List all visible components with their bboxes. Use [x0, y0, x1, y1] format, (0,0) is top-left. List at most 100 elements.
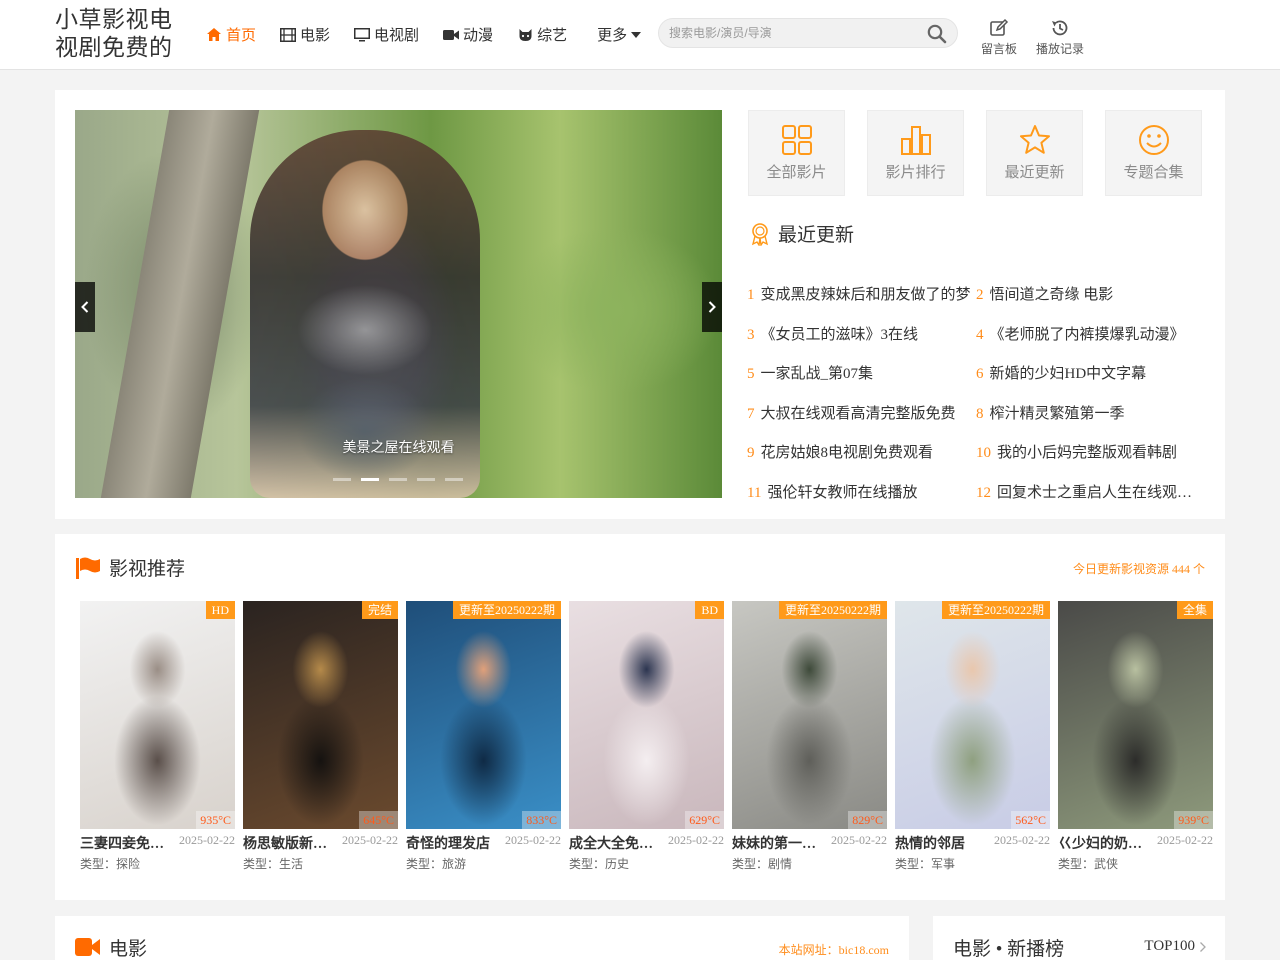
- latest-title-text: 回复术士之重启人生在线观看免费: [997, 484, 1205, 501]
- movie-type: 类型：生活: [243, 857, 304, 871]
- latest-item[interactable]: 12 回复术士之重启人生在线观看免费: [976, 481, 1205, 502]
- movie-card[interactable]: 更新至20250222期 562°C 热情的邻居 2025-02-22 类型：军事: [895, 601, 1050, 872]
- tile-recent[interactable]: 最近更新: [986, 110, 1083, 196]
- site-logo[interactable]: 小草影视电视剧免费的: [55, 6, 185, 62]
- latest-item[interactable]: 9 花房姑娘8电视剧免费观看: [747, 441, 976, 462]
- latest-item[interactable]: 8 榨汁精灵繁殖第一季: [976, 402, 1205, 423]
- top-panel: 美景之屋在线观看 全部影片 影片排行 最近更新 专题合集 最近更新 1 变成黑皮…: [55, 90, 1225, 519]
- history-label: 播放记录: [1036, 42, 1085, 56]
- slider-prev-button[interactable]: [75, 282, 95, 332]
- top100-link[interactable]: TOP100: [1144, 938, 1207, 955]
- nav-item-movie[interactable]: 电影: [280, 24, 330, 45]
- slider-dot[interactable]: [417, 478, 435, 481]
- movie-card[interactable]: 完结 645°C 杨思敏版新梅金瓶2025-02-22 类型：生活: [243, 601, 398, 872]
- movie-title[interactable]: 三妻四妾免费观看: [80, 833, 176, 851]
- movie-card[interactable]: 更新至20250222期 829°C 妹妹的第一次有点2025-02-22 类型…: [732, 601, 887, 872]
- video-camera-icon: [75, 937, 101, 959]
- today-update-count[interactable]: 今日更新影视资源 444 个: [1073, 560, 1205, 577]
- movie-date: 2025-02-22: [668, 833, 724, 847]
- latest-num: 3: [747, 326, 755, 343]
- heat-value: 935°C: [196, 811, 235, 829]
- rank-heading: 电影 • 新播榜: [953, 934, 1064, 960]
- latest-title-text: 新婚的少妇HD中文字幕: [989, 366, 1147, 383]
- star-icon: [1018, 123, 1052, 157]
- movie-poster[interactable]: 全集 939°C: [1058, 601, 1213, 829]
- slider-dot-active[interactable]: [361, 478, 379, 481]
- tile-all-movies[interactable]: 全部影片: [748, 110, 845, 196]
- movie-poster[interactable]: BD 629°C: [569, 601, 724, 829]
- movie-poster[interactable]: 完结 645°C: [243, 601, 398, 829]
- award-icon: [748, 222, 772, 247]
- latest-num: 7: [747, 405, 755, 422]
- caret-down-icon: [631, 31, 642, 38]
- search-input[interactable]: [669, 24, 919, 42]
- latest-item[interactable]: 11 强伦轩女教师在线播放: [747, 481, 976, 502]
- tile-topics[interactable]: 专题合集: [1105, 110, 1202, 196]
- history-button[interactable]: 播放记录: [1036, 18, 1084, 57]
- movie-date: 2025-02-22: [994, 833, 1050, 847]
- movie-title[interactable]: 杨思敏版新梅金瓶: [243, 833, 339, 851]
- chevron-left-icon: [81, 301, 89, 313]
- movie-poster[interactable]: 更新至20250222期 562°C: [895, 601, 1050, 829]
- movie-title[interactable]: 奇怪的理发店: [406, 833, 490, 851]
- site-url-text[interactable]: 本站网址：bic18.com: [779, 941, 889, 958]
- nav-item-variety[interactable]: 综艺: [517, 24, 567, 45]
- movie-card[interactable]: BD 629°C 成全大全免费观看2025-02-22 类型：历史: [569, 601, 724, 872]
- quality-badge: 更新至20250222期: [452, 601, 561, 619]
- guestbook-button[interactable]: 留言板: [981, 18, 1017, 57]
- nav-label-movie: 电影: [300, 28, 331, 44]
- banner-slider[interactable]: 美景之屋在线观看: [75, 110, 722, 498]
- nav-item-tv[interactable]: 电视剧: [354, 24, 419, 45]
- movie-card[interactable]: 更新至20250222期 833°C 奇怪的理发店 2025-02-22 类型：旅…: [406, 601, 561, 872]
- slider-dot[interactable]: [389, 478, 407, 481]
- movie-poster[interactable]: HD 935°C: [80, 601, 235, 829]
- heat-value: 833°C: [522, 811, 561, 829]
- nav-more-label: 更多: [597, 28, 628, 44]
- slider-dot[interactable]: [445, 478, 463, 481]
- tile-ranking[interactable]: 影片排行: [867, 110, 964, 196]
- tile-label: 全部影片: [766, 165, 827, 181]
- movie-date: 2025-02-22: [831, 833, 887, 847]
- latest-title-text: 变成黑皮辣妹后和朋友做了的梦: [760, 287, 971, 304]
- github-cat-icon: [517, 27, 533, 43]
- movie-title[interactable]: 成全大全免费观看: [569, 833, 665, 851]
- nav-item-home[interactable]: 首页: [206, 24, 256, 45]
- latest-item[interactable]: 1 变成黑皮辣妹后和朋友做了的梦: [747, 283, 976, 304]
- slider-dot[interactable]: [333, 478, 351, 481]
- latest-num: 10: [976, 445, 991, 462]
- latest-item[interactable]: 4 《老师脱了内裤摸爆乳动漫》: [976, 323, 1205, 344]
- slider-caption[interactable]: 美景之屋在线观看: [75, 437, 722, 457]
- bar-chart-icon: [899, 123, 933, 157]
- latest-item[interactable]: 3 《女员工的滋味》3在线: [747, 323, 976, 344]
- recommend-cards: HD 935°C 三妻四妾免费观看2025-02-22 类型：探险 完结 645…: [80, 601, 1213, 872]
- nav-label-home: 首页: [226, 28, 257, 44]
- edit-icon: [989, 18, 1009, 38]
- movie-title[interactable]: 巜少妇的奶水2中文: [1058, 833, 1154, 851]
- movie-title[interactable]: 热情的邻居: [895, 833, 965, 851]
- movie-type: 类型：武侠: [1058, 857, 1119, 871]
- movie-poster[interactable]: 更新至20250222期 829°C: [732, 601, 887, 829]
- nav-more-dropdown[interactable]: 更多: [597, 24, 642, 45]
- slider-dots: [333, 478, 473, 481]
- movie-panel: 电影 本站网址：bic18.com: [55, 916, 909, 960]
- guestbook-label: 留言板: [981, 42, 1018, 56]
- movie-title[interactable]: 妹妹的第一次有点: [732, 833, 828, 851]
- latest-item[interactable]: 6 新婚的少妇HD中文字幕: [976, 362, 1205, 383]
- chevron-right-icon: [708, 301, 716, 313]
- latest-item[interactable]: 10 我的小后妈完整版观看韩剧: [976, 441, 1205, 462]
- latest-title-text: 榨汁精灵繁殖第一季: [989, 405, 1125, 422]
- movie-card[interactable]: 全集 939°C 巜少妇的奶水2中文2025-02-22 类型：武侠: [1058, 601, 1213, 872]
- latest-item[interactable]: 2 悟间道之奇缘 电影: [976, 283, 1205, 304]
- latest-item[interactable]: 5 一家乱战_第07集: [747, 362, 976, 383]
- slider-next-button[interactable]: [702, 282, 722, 332]
- movie-type: 类型：旅游: [406, 857, 467, 871]
- movie-poster[interactable]: 更新至20250222期 833°C: [406, 601, 561, 829]
- latest-title-text: 《老师脱了内裤摸爆乳动漫》: [989, 326, 1185, 343]
- site-header: 小草影视电视剧免费的 首页 电影 电视剧 动漫 综艺 更多 搜索电影/演员/导演…: [0, 0, 1280, 70]
- latest-list: 1 变成黑皮辣妹后和朋友做了的梦 2 悟间道之奇缘 电影 3 《女员工的滋味》3在线 …: [747, 274, 1207, 511]
- movie-card[interactable]: HD 935°C 三妻四妾免费观看2025-02-22 类型：探险: [80, 601, 235, 872]
- search-icon[interactable]: [927, 24, 947, 44]
- flag-icon: [75, 556, 101, 580]
- nav-item-anime[interactable]: 动漫: [443, 24, 493, 45]
- latest-item[interactable]: 7 大叔在线观看高清完整版免费: [747, 402, 976, 423]
